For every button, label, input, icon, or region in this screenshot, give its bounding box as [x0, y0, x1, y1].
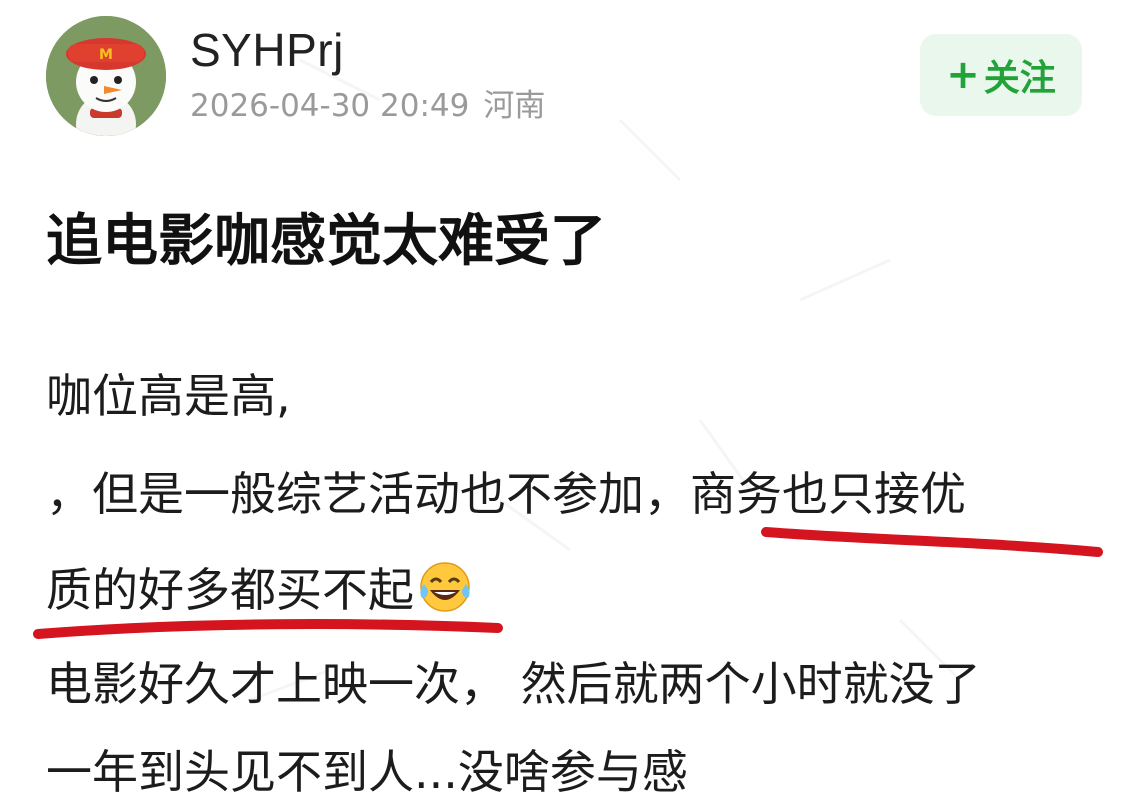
laughing-tears-emoji-icon [420, 562, 470, 612]
svg-text:M: M [99, 47, 113, 63]
snowman-avatar-icon: M [46, 16, 166, 136]
post-line-4: 电影好久才上映一次， 然后就两个小时就没了 [46, 657, 981, 711]
post-line-3-highlighted: 质的好多都买不起 [46, 563, 414, 617]
avatar[interactable]: M [46, 16, 166, 136]
plus-icon: + [946, 52, 980, 98]
post-line-3: 质的好多都买不起 [46, 560, 472, 618]
red-underline-1 [761, 527, 1103, 557]
post-line-2b-highlighted: 商务也只接优 [690, 467, 966, 521]
post-title: 追电影咖感觉太难受了 [46, 209, 606, 274]
follow-label: 关注 [983, 58, 1056, 99]
post-line-1: 咖位高是高, [46, 369, 291, 423]
follow-button[interactable]: + 关注 [920, 34, 1082, 116]
red-underline-2 [33, 619, 503, 639]
post-location: 河南 [483, 88, 546, 124]
username[interactable]: SYHPrj [190, 22, 344, 78]
post-timestamp: 2026-04-30 20:49 [190, 88, 470, 124]
post-page: M SYHPrj 2026-04-30 20:49 河南 + 关注 追电影咖感觉太… [0, 0, 1124, 798]
post-line-2: ，但是一般综艺活动也不参加，商务也只接优 [46, 466, 966, 522]
post-meta: 2026-04-30 20:49 河南 [190, 86, 545, 126]
post-line-5: 一年到头见不到人...没啥参与感 [46, 745, 688, 798]
post-line-2a: ，但是一般综艺活动也不参加， [46, 467, 690, 521]
